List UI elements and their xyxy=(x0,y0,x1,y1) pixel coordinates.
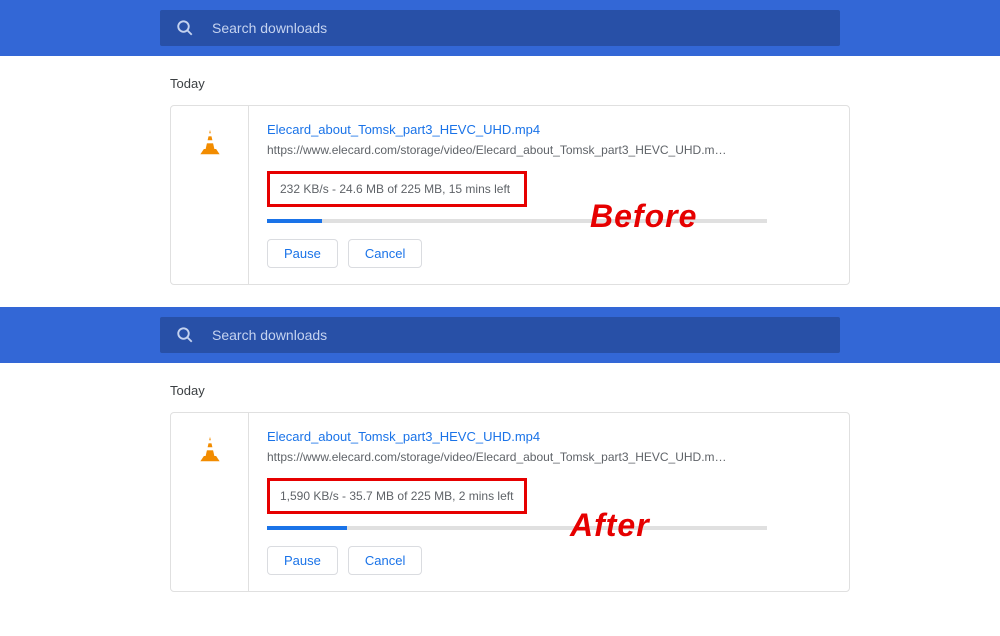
file-name-link[interactable]: Elecard_about_Tomsk_part3_HEVC_UHD.mp4 xyxy=(267,122,831,137)
download-card: Elecard_about_Tomsk_part3_HEVC_UHD.mp4 h… xyxy=(170,412,850,592)
search-input[interactable] xyxy=(212,327,824,343)
content-area: Today Elecard_about_Tomsk_part3_HEVC_UHD… xyxy=(0,56,1000,285)
after-panel: Today Elecard_about_Tomsk_part3_HEVC_UHD… xyxy=(0,307,1000,592)
download-card: Elecard_about_Tomsk_part3_HEVC_UHD.mp4 h… xyxy=(170,105,850,285)
search-input[interactable] xyxy=(212,20,824,36)
pause-button[interactable]: Pause xyxy=(267,546,338,575)
before-annotation: Before xyxy=(590,198,697,235)
header-bar xyxy=(0,0,1000,56)
file-icon-column xyxy=(171,106,249,284)
before-panel: Today Elecard_about_Tomsk_part3_HEVC_UHD… xyxy=(0,0,1000,285)
download-status: 1,590 KB/s - 35.7 MB of 225 MB, 2 mins l… xyxy=(280,489,514,503)
card-body: Elecard_about_Tomsk_part3_HEVC_UHD.mp4 h… xyxy=(249,106,849,284)
section-label: Today xyxy=(170,76,1000,91)
progress-fill xyxy=(267,526,347,530)
status-highlight-box: 1,590 KB/s - 35.7 MB of 225 MB, 2 mins l… xyxy=(267,478,527,514)
download-status: 232 KB/s - 24.6 MB of 225 MB, 15 mins le… xyxy=(280,182,514,196)
search-container[interactable] xyxy=(160,317,840,353)
search-container[interactable] xyxy=(160,10,840,46)
search-icon xyxy=(176,326,194,344)
vlc-cone-icon xyxy=(196,435,224,463)
cancel-button[interactable]: Cancel xyxy=(348,546,422,575)
search-icon xyxy=(176,19,194,37)
status-highlight-box: 232 KB/s - 24.6 MB of 225 MB, 15 mins le… xyxy=(267,171,527,207)
pause-button[interactable]: Pause xyxy=(267,239,338,268)
button-row: Pause Cancel xyxy=(267,546,831,575)
file-icon-column xyxy=(171,413,249,591)
after-annotation: After xyxy=(570,507,650,544)
cancel-button[interactable]: Cancel xyxy=(348,239,422,268)
file-name-link[interactable]: Elecard_about_Tomsk_part3_HEVC_UHD.mp4 xyxy=(267,429,831,444)
button-row: Pause Cancel xyxy=(267,239,831,268)
header-bar xyxy=(0,307,1000,363)
progress-fill xyxy=(267,219,322,223)
section-label: Today xyxy=(170,383,1000,398)
content-area: Today Elecard_about_Tomsk_part3_HEVC_UHD… xyxy=(0,363,1000,592)
progress-bar xyxy=(267,526,767,530)
vlc-cone-icon xyxy=(196,128,224,156)
file-url: https://www.elecard.com/storage/video/El… xyxy=(267,143,757,157)
file-url: https://www.elecard.com/storage/video/El… xyxy=(267,450,757,464)
card-body: Elecard_about_Tomsk_part3_HEVC_UHD.mp4 h… xyxy=(249,413,849,591)
